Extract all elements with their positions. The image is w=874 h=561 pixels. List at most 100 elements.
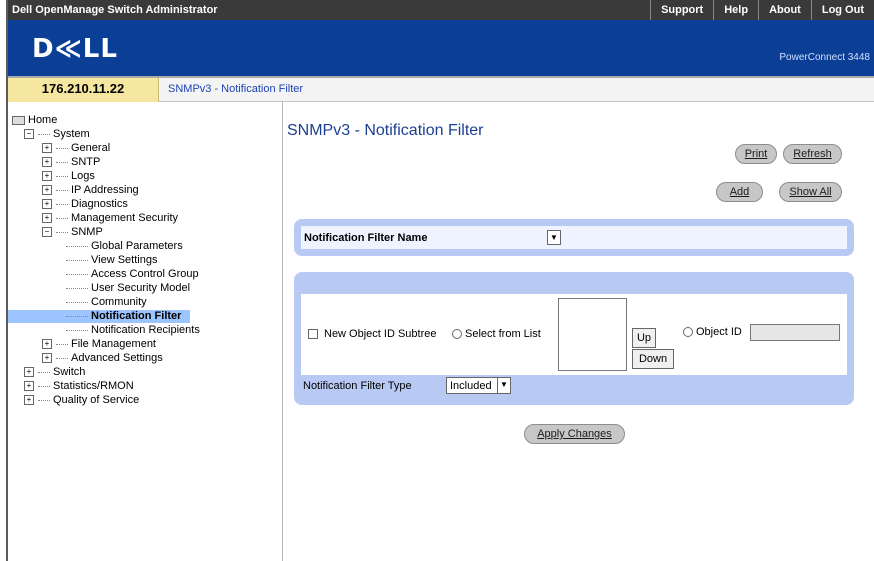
dell-logo: D≪LL — [32, 34, 118, 64]
tree-item-label: Switch — [53, 366, 86, 378]
tree-item[interactable]: + File Management — [42, 338, 156, 351]
filter-type-select[interactable]: Included ▼ — [446, 377, 511, 394]
tree-item[interactable]: + Advanced Settings — [42, 352, 163, 365]
tree-item[interactable]: Global Parameters — [66, 240, 183, 253]
brand-bar: D≪LL PowerConnect 3448 — [8, 20, 874, 76]
expand-icon[interactable]: + — [24, 367, 34, 378]
print-button[interactable]: Print — [735, 144, 777, 164]
tree-item-label: IP Addressing — [71, 184, 139, 196]
tree-item[interactable]: Community — [66, 296, 147, 309]
tree-line-icon — [56, 231, 68, 233]
tree-item[interactable]: + General — [42, 142, 110, 155]
refresh-button[interactable]: Refresh — [783, 144, 842, 164]
tree-item[interactable]: Notification Recipients — [66, 324, 200, 337]
tree-item-label: Community — [91, 296, 147, 308]
left-window-edge — [0, 0, 8, 561]
expand-icon[interactable]: + — [42, 199, 52, 210]
tree-item-label: SNTP — [71, 156, 101, 168]
filter-type-label: Notification Filter Type — [303, 380, 412, 392]
object-id-list[interactable] — [558, 298, 627, 371]
tree-item[interactable]: − SNMP — [42, 226, 103, 239]
show-all-button[interactable]: Show All — [779, 182, 842, 202]
tree-item[interactable]: Notification Filter — [8, 310, 190, 323]
tree-line-icon — [66, 329, 88, 331]
about-link[interactable]: About — [758, 0, 811, 20]
tree-item-label: SNMP — [71, 226, 103, 238]
filter-type-value: Included — [450, 380, 492, 392]
tree-item-label: View Settings — [91, 254, 158, 266]
expand-icon[interactable]: + — [42, 157, 52, 168]
tree-item-label: Access Control Group — [91, 268, 199, 280]
filter-object-row: New Object ID Subtree Select from List U… — [301, 294, 847, 375]
filter-name-row: Notification Filter Name ▼ — [301, 226, 847, 249]
tree-line-icon — [56, 161, 68, 163]
home-icon — [12, 115, 25, 125]
tree-item[interactable]: + Logs — [42, 170, 95, 183]
tree-line-icon — [38, 133, 50, 135]
tree-item-label: Diagnostics — [71, 198, 128, 210]
object-id-input[interactable] — [750, 324, 840, 341]
main-content: SNMPv3 - Notification Filter Print Refre… — [283, 102, 874, 561]
tree-line-icon — [38, 371, 50, 373]
tree-line-icon — [56, 203, 68, 205]
tree-line-icon — [38, 385, 50, 387]
new-object-subtree-option[interactable]: New Object ID Subtree — [308, 328, 437, 340]
tree-line-icon — [56, 189, 68, 191]
select-from-list-option[interactable]: Select from List — [452, 328, 541, 340]
expand-icon[interactable]: + — [42, 185, 52, 196]
expand-icon[interactable]: + — [42, 213, 52, 224]
tree-item[interactable]: Home — [12, 114, 57, 127]
top-navigation: Support Help About Log Out — [650, 0, 874, 20]
tree-item[interactable]: − System — [24, 128, 90, 141]
tree-item[interactable]: + Switch — [24, 366, 85, 379]
tree-item[interactable]: + SNTP — [42, 156, 100, 169]
logout-link[interactable]: Log Out — [810, 0, 874, 20]
filter-name-panel: Notification Filter Name ▼ — [294, 219, 854, 256]
tree-line-icon — [56, 217, 68, 219]
tree-item[interactable]: View Settings — [66, 254, 157, 267]
add-button[interactable]: Add — [716, 182, 763, 202]
tree-item-label: Advanced Settings — [71, 352, 163, 364]
tree-item[interactable]: + Management Security — [42, 212, 178, 225]
tree-line-icon — [56, 147, 68, 149]
filter-name-dropdown[interactable]: ▼ — [547, 230, 561, 245]
new-object-subtree-checkbox[interactable] — [308, 329, 318, 340]
chevron-down-icon: ▼ — [547, 231, 560, 244]
product-name: PowerConnect 3448 — [779, 52, 870, 63]
expand-icon[interactable]: + — [24, 395, 34, 406]
expand-icon[interactable]: + — [42, 339, 52, 350]
tree-item[interactable]: + IP Addressing — [42, 184, 139, 197]
tree-item[interactable]: + Diagnostics — [42, 198, 128, 211]
expand-icon[interactable]: + — [24, 381, 34, 392]
tree-item[interactable]: + Quality of Service — [24, 394, 139, 407]
tree-line-icon — [56, 357, 68, 359]
object-id-option[interactable]: Object ID — [683, 326, 742, 338]
tree-item-label: User Security Model — [91, 282, 191, 294]
apply-changes-button[interactable]: Apply Changes — [524, 424, 625, 444]
tree-item[interactable]: Access Control Group — [66, 268, 199, 281]
tree-item-label: Notification Filter — [91, 310, 182, 322]
tree-item[interactable]: + Statistics/RMON — [24, 380, 134, 393]
expand-icon[interactable]: + — [42, 353, 52, 364]
tree-line-icon — [38, 399, 50, 401]
tree-item-label: Statistics/RMON — [53, 380, 134, 392]
path-bar: 176.210.11.22 SNMPv3 - Notification Filt… — [8, 76, 874, 102]
tree-item-label: Quality of Service — [53, 394, 140, 406]
tree-line-icon — [66, 301, 88, 303]
down-button[interactable]: Down — [632, 349, 674, 369]
collapse-icon[interactable]: − — [24, 129, 34, 140]
page-title: SNMPv3 - Notification Filter — [287, 122, 484, 139]
object-id-radio[interactable] — [683, 327, 693, 338]
app-title: Dell OpenManage Switch Administrator — [12, 4, 218, 16]
device-ip: 176.210.11.22 — [8, 78, 159, 102]
support-link[interactable]: Support — [650, 0, 713, 20]
tree-item-label: File Management — [71, 338, 156, 350]
collapse-icon[interactable]: − — [42, 227, 52, 238]
tree-item[interactable]: User Security Model — [66, 282, 190, 295]
expand-icon[interactable]: + — [42, 143, 52, 154]
filter-name-label: Notification Filter Name — [304, 232, 428, 244]
select-from-list-radio[interactable] — [452, 329, 462, 340]
help-link[interactable]: Help — [713, 0, 758, 20]
up-button[interactable]: Up — [632, 328, 656, 348]
expand-icon[interactable]: + — [42, 171, 52, 182]
